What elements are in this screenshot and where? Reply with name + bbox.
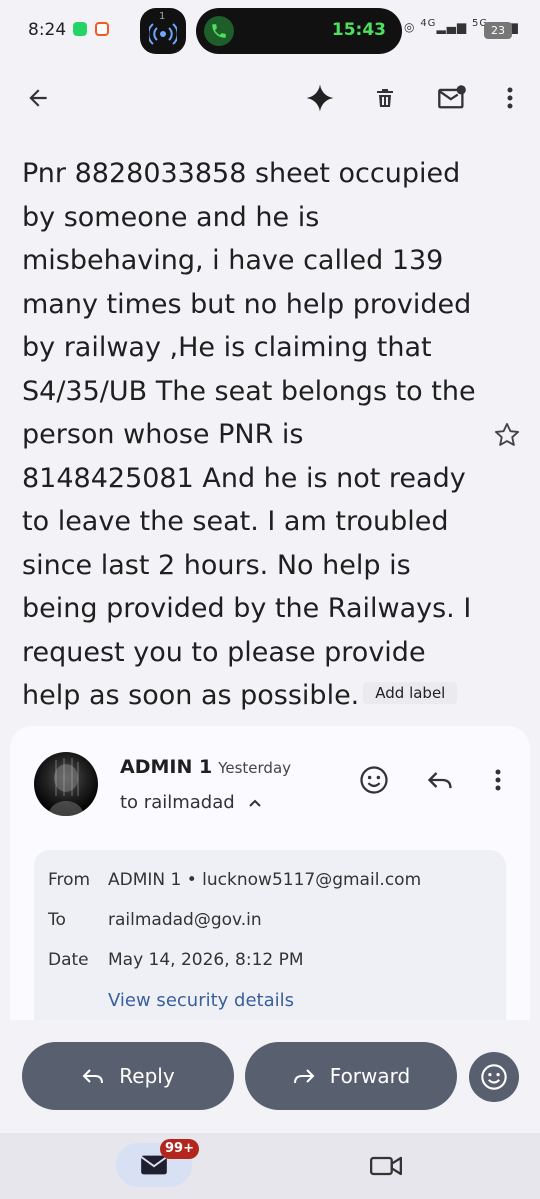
mark-unread-button[interactable]	[432, 78, 472, 118]
emoji-reaction-button[interactable]	[469, 1052, 519, 1102]
from-value: ADMIN 1 • lucknow5117@gmail.com	[108, 870, 422, 890]
view-security-details-link[interactable]: View security details	[108, 990, 294, 1011]
add-label-chip[interactable]: Add label	[363, 681, 458, 704]
battery-indicator: 23	[484, 22, 512, 39]
recipient-summary: to railmadad	[120, 792, 235, 813]
date-label: Date	[48, 950, 89, 970]
back-button[interactable]	[18, 78, 58, 118]
from-label: From	[48, 870, 91, 890]
phone-icon	[204, 16, 234, 46]
email-subject: Pnr 8828033858 sheet occupied by someone…	[22, 152, 482, 718]
bottom-navigation: 99+	[0, 1133, 540, 1199]
forward-label: Forward	[329, 1064, 411, 1088]
recipient-toggle[interactable]: to railmadad	[120, 792, 262, 813]
hotspot-status-icon: ◎	[404, 20, 416, 34]
message-details-panel: From ADMIN 1 • lucknow5117@gmail.com To …	[34, 850, 506, 1020]
emoji-icon	[481, 1064, 507, 1090]
forward-button[interactable]: Forward	[245, 1042, 457, 1110]
indicator-number: 1	[159, 11, 166, 22]
mail-unread-icon	[438, 85, 466, 109]
sparkle-icon	[306, 84, 334, 112]
sender-avatar[interactable]	[34, 752, 98, 816]
back-arrow-icon	[29, 89, 47, 107]
network-4g-label: 4G	[420, 18, 437, 29]
delete-button[interactable]	[365, 78, 405, 118]
status-bar: 8:24 1 15:43 ◎ 4G▂▄▆ 5G▂▄▆ 23	[0, 0, 540, 62]
to-label: To	[48, 910, 66, 930]
date-value: May 14, 2026, 8:12 PM	[108, 950, 304, 970]
message-card: ADMIN 1 Yesterday to railmadad From ADMIN…	[10, 726, 530, 1020]
avatar-image	[48, 758, 84, 816]
reply-icon-button[interactable]	[420, 760, 460, 800]
app-notification-icon	[95, 22, 109, 36]
reply-icon	[427, 772, 452, 789]
sender-name: ADMIN 1	[120, 756, 213, 778]
message-more-button[interactable]	[478, 760, 518, 800]
reply-label: Reply	[119, 1064, 175, 1088]
signal-4g-icon: ▂▄▆	[436, 20, 468, 34]
more-options-button[interactable]	[490, 78, 530, 118]
hotspot-indicator[interactable]: 1	[140, 8, 186, 54]
star-icon	[494, 422, 520, 446]
more-vert-icon	[507, 87, 513, 109]
call-duration: 15:43	[331, 20, 386, 40]
star-button[interactable]	[490, 418, 524, 452]
video-camera-icon	[370, 1156, 402, 1176]
sent-time: Yesterday	[218, 759, 292, 777]
whatsapp-icon	[73, 22, 87, 36]
emoji-icon	[360, 766, 388, 794]
broadcast-icon	[149, 23, 177, 45]
chevron-up-icon	[249, 799, 262, 807]
gemini-button[interactable]	[300, 78, 340, 118]
to-value: railmadad@gov.in	[108, 910, 262, 930]
reply-button[interactable]: Reply	[22, 1042, 234, 1110]
nav-meet-tab[interactable]	[366, 1151, 406, 1181]
forward-icon	[293, 1069, 315, 1084]
sender-line: ADMIN 1 Yesterday	[120, 756, 291, 778]
trash-icon	[377, 89, 393, 107]
status-time: 8:24	[28, 20, 67, 40]
more-vert-icon	[495, 769, 501, 791]
unread-count-badge: 99+	[160, 1139, 199, 1159]
subject-text: Pnr 8828033858 sheet occupied by someone…	[22, 158, 476, 711]
reply-icon	[82, 1069, 104, 1084]
ongoing-call-pill[interactable]: 15:43	[196, 8, 402, 54]
react-emoji-button[interactable]	[354, 760, 394, 800]
